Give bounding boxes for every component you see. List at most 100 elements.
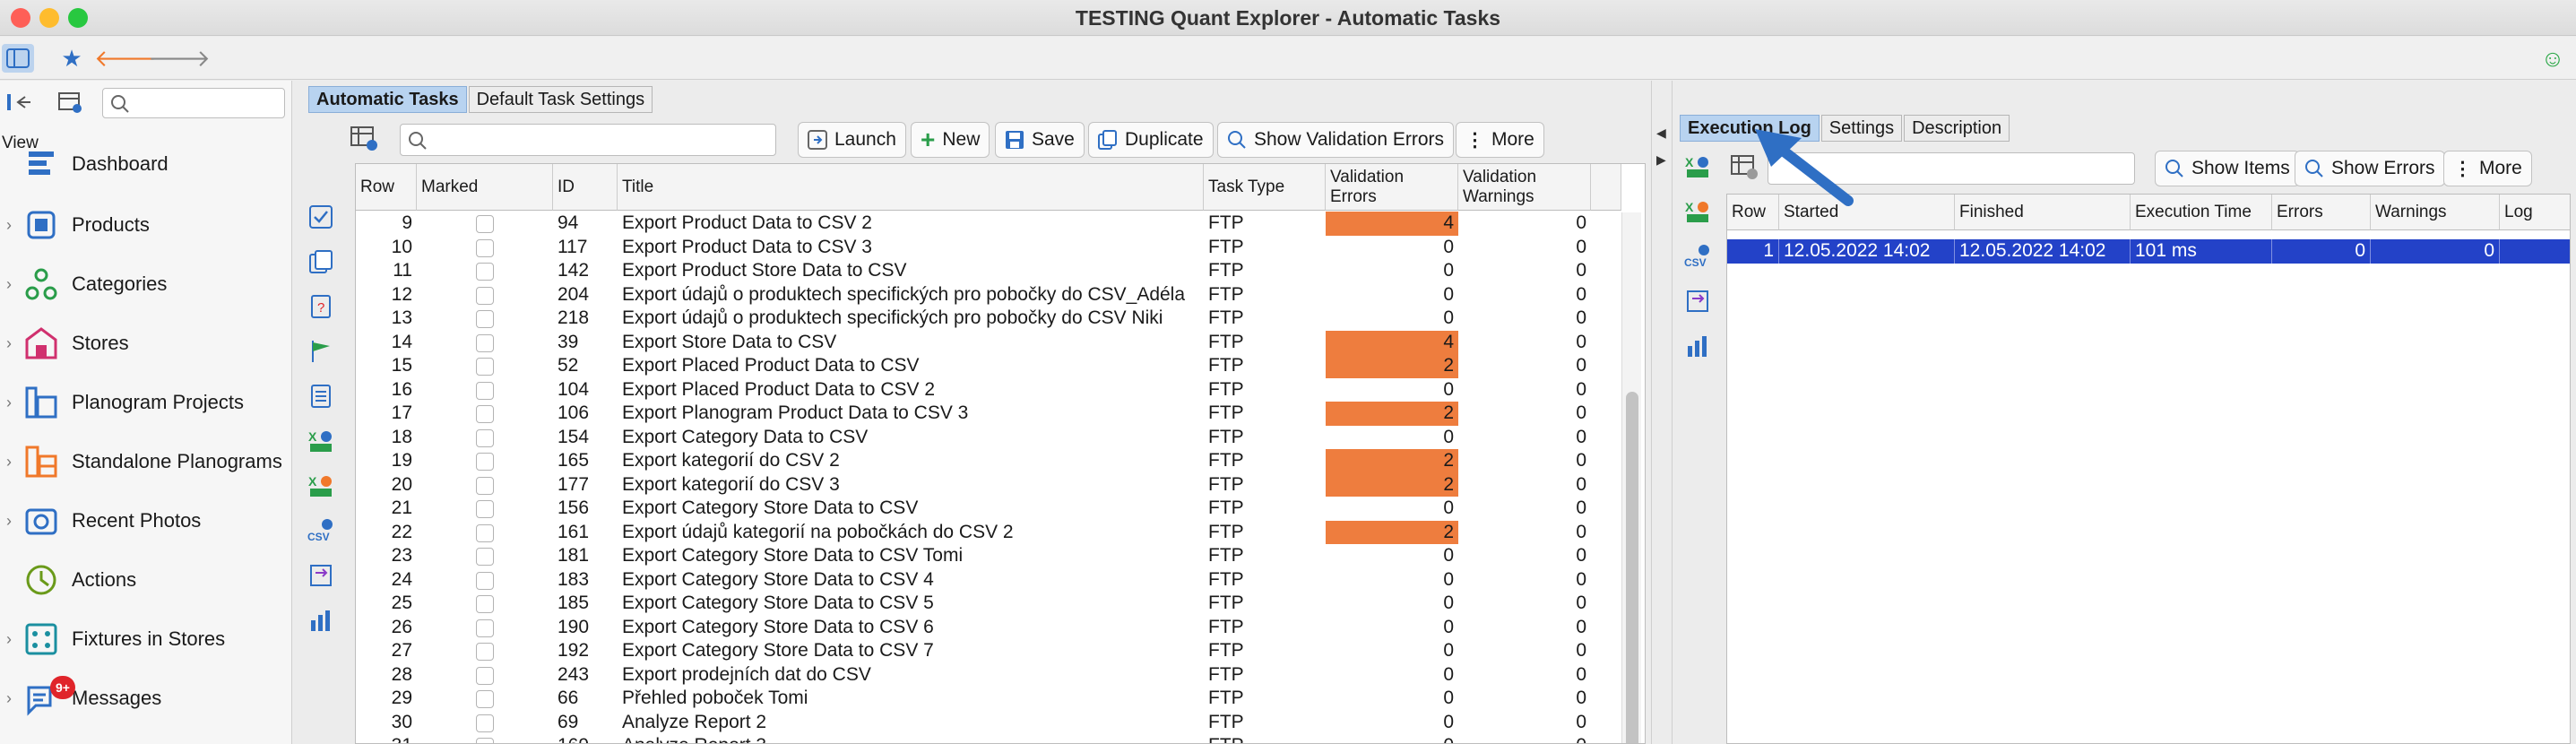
document-list-button[interactable]: [307, 382, 335, 411]
csv-button[interactable]: CSV: [1683, 242, 1712, 271]
collapse-tree-button[interactable]: [5, 91, 34, 115]
marked-checkbox[interactable]: [476, 358, 494, 376]
table-row[interactable]: 31169Analyze Report 3FTP00: [356, 734, 1645, 743]
export-excel-button[interactable]: X: [307, 471, 335, 500]
table-settings-button[interactable]: [350, 125, 380, 154]
marked-checkbox[interactable]: [476, 215, 494, 233]
column-header-title[interactable]: Title: [618, 164, 1204, 211]
marked-checkbox[interactable]: [476, 619, 494, 637]
launch-button[interactable]: Launch: [798, 122, 906, 158]
vertical-scrollbar[interactable]: [1621, 212, 1641, 743]
tree-settings-button[interactable]: [57, 91, 86, 115]
table-row[interactable]: 28 243 Export prodejních dat do CSV FTP 0 0: [356, 663, 1645, 688]
back-button[interactable]: 🡐: [94, 44, 157, 73]
marked-checkbox[interactable]: [476, 238, 494, 257]
table-row[interactable]: 1 12.05.2022 14:02 12.05.2022 14:02 101 …: [1727, 239, 2570, 264]
tab-automatic-tasks[interactable]: Automatic Tasks: [308, 86, 467, 113]
sidebar-item-categories[interactable]: › Categories: [0, 255, 292, 314]
copy-button[interactable]: [307, 247, 335, 276]
table-row[interactable]: 23 181 Export Category Store Data to CSV T…: [356, 544, 1645, 568]
csv-button[interactable]: CSV: [307, 516, 335, 545]
new-button[interactable]: + New: [911, 122, 990, 158]
marked-checkbox[interactable]: [476, 310, 494, 328]
more-button[interactable]: ⋮ More: [1456, 122, 1544, 158]
save-button[interactable]: Save: [995, 122, 1085, 158]
column-header-errors[interactable]: Errors: [2272, 195, 2371, 230]
marked-checkbox[interactable]: [476, 523, 494, 542]
table-row[interactable]: 16 104 Export Placed Product Data to CSV 2…: [356, 378, 1645, 402]
table-row[interactable]: 18 154 Export Category Data to CSV FTP 0 0: [356, 426, 1645, 450]
forward-button[interactable]: 🡒: [148, 44, 211, 73]
toggle-sidebar-button[interactable]: [2, 44, 34, 73]
more-button[interactable]: ⋮ More: [2443, 151, 2532, 186]
sidebar-item-messages[interactable]: › Messages: [0, 669, 292, 728]
table-row[interactable]: 29 66 Přehled poboček Tomi FTP 0 0: [356, 687, 1645, 711]
marked-checkbox[interactable]: [476, 643, 494, 661]
table-row[interactable]: 24 183 Export Category Store Data to CSV 4…: [356, 568, 1645, 593]
marked-checkbox[interactable]: [476, 381, 494, 400]
favorites-button[interactable]: ★: [56, 44, 88, 73]
show-errors-button[interactable]: Show Errors: [2295, 151, 2445, 186]
marked-checkbox[interactable]: [476, 476, 494, 495]
tab-default-task-settings[interactable]: Default Task Settings: [468, 86, 653, 113]
marked-checkbox[interactable]: [476, 595, 494, 613]
table-row[interactable]: 14 39 Export Store Data to CSV FTP 4 0: [356, 330, 1645, 354]
tab-description[interactable]: Description: [1904, 115, 2010, 142]
table-row[interactable]: 20 177 Export kategorií do CSV 3 FTP 2 0: [356, 472, 1645, 497]
sidebar-search-input[interactable]: [102, 88, 285, 118]
table-row[interactable]: 12 204 Export údajů o produktech specifick…: [356, 283, 1645, 307]
table-row[interactable]: 26 190 Export Category Store Data to CSV 6…: [356, 616, 1645, 640]
table-row[interactable]: 11 142 Export Product Store Data to CSV FTP…: [356, 259, 1645, 283]
column-header-task-type[interactable]: Task Type: [1204, 164, 1326, 211]
column-header-id[interactable]: ID: [553, 164, 618, 211]
table-row[interactable]: 21 156 Export Category Store Data to CSV FT…: [356, 497, 1645, 521]
marked-checkbox[interactable]: [476, 548, 494, 566]
marked-checkbox[interactable]: [476, 666, 494, 685]
show-items-button[interactable]: Show Items: [2155, 151, 2300, 186]
table-row[interactable]: 25 185 Export Category Store Data to CSV 5…: [356, 592, 1645, 616]
marked-checkbox[interactable]: [476, 500, 494, 518]
feedback-button[interactable]: ☺: [2537, 44, 2569, 73]
table-row[interactable]: 19 165 Export kategorií do CSV 2 FTP 2 0: [356, 449, 1645, 473]
scrollbar-thumb[interactable]: [1626, 392, 1638, 743]
marked-checkbox[interactable]: [476, 453, 494, 471]
table-row[interactable]: 22 161 Export údajů kategorií na pobočkách…: [356, 520, 1645, 544]
show-validation-errors-button[interactable]: Show Validation Errors: [1217, 122, 1455, 158]
duplicate-button[interactable]: Duplicate: [1088, 122, 1214, 158]
flag-button[interactable]: [307, 337, 335, 366]
column-header-execution-time[interactable]: Execution Time: [2131, 195, 2272, 230]
marked-checkbox[interactable]: [476, 738, 494, 743]
collapse-right-icon[interactable]: ▶: [1656, 152, 1666, 168]
marked-checkbox[interactable]: [476, 263, 494, 281]
transfer-button[interactable]: [1683, 287, 1712, 316]
column-header-validation-warnings[interactable]: Validation Warnings: [1458, 164, 1591, 211]
marked-checkbox[interactable]: [476, 690, 494, 708]
marked-checkbox[interactable]: [476, 714, 494, 732]
chart-button[interactable]: [1683, 332, 1712, 360]
import-excel-button[interactable]: X: [307, 427, 335, 455]
table-row[interactable]: 9 94 Export Product Data to CSV 2 FTP 4 0: [356, 212, 1645, 236]
column-header-validation-errors[interactable]: Validation Errors: [1326, 164, 1458, 211]
table-row[interactable]: 10 117 Export Product Data to CSV 3 FTP 0 0: [356, 236, 1645, 260]
sidebar-item-standalone-planograms[interactable]: › Standalone Planograms: [0, 432, 292, 491]
marked-checkbox[interactable]: [476, 405, 494, 423]
check-list-button[interactable]: [307, 203, 335, 231]
export-excel-button[interactable]: X: [1683, 197, 1712, 226]
table-row[interactable]: 13 218 Export údajů o produktech specifick…: [356, 307, 1645, 331]
column-header-marked[interactable]: Marked: [417, 164, 553, 211]
chart-button[interactable]: [307, 606, 335, 635]
marked-checkbox[interactable]: [476, 286, 494, 305]
marked-checkbox[interactable]: [476, 333, 494, 352]
transfer-button[interactable]: [307, 561, 335, 590]
sidebar-item-recent-photos[interactable]: › Recent Photos: [0, 491, 292, 550]
column-header-warnings[interactable]: Warnings: [2371, 195, 2500, 230]
table-row[interactable]: 27 192 Export Category Store Data to CSV 7…: [356, 639, 1645, 663]
table-row[interactable]: 17 106 Export Planogram Product Data to CS…: [356, 402, 1645, 426]
sidebar-item-fixtures-in-stores[interactable]: › Fixtures in Stores: [0, 610, 292, 669]
sidebar-item-products[interactable]: › Products: [0, 195, 292, 255]
table-row[interactable]: 15 52 Export Placed Product Data to CSV FTP…: [356, 354, 1645, 378]
column-header-row[interactable]: Row: [356, 164, 417, 211]
sidebar-item-planogram-projects[interactable]: › Planogram Projects: [0, 373, 292, 432]
sidebar-item-stores[interactable]: › Stores: [0, 314, 292, 373]
sidebar-item-actions[interactable]: Actions: [0, 550, 292, 610]
